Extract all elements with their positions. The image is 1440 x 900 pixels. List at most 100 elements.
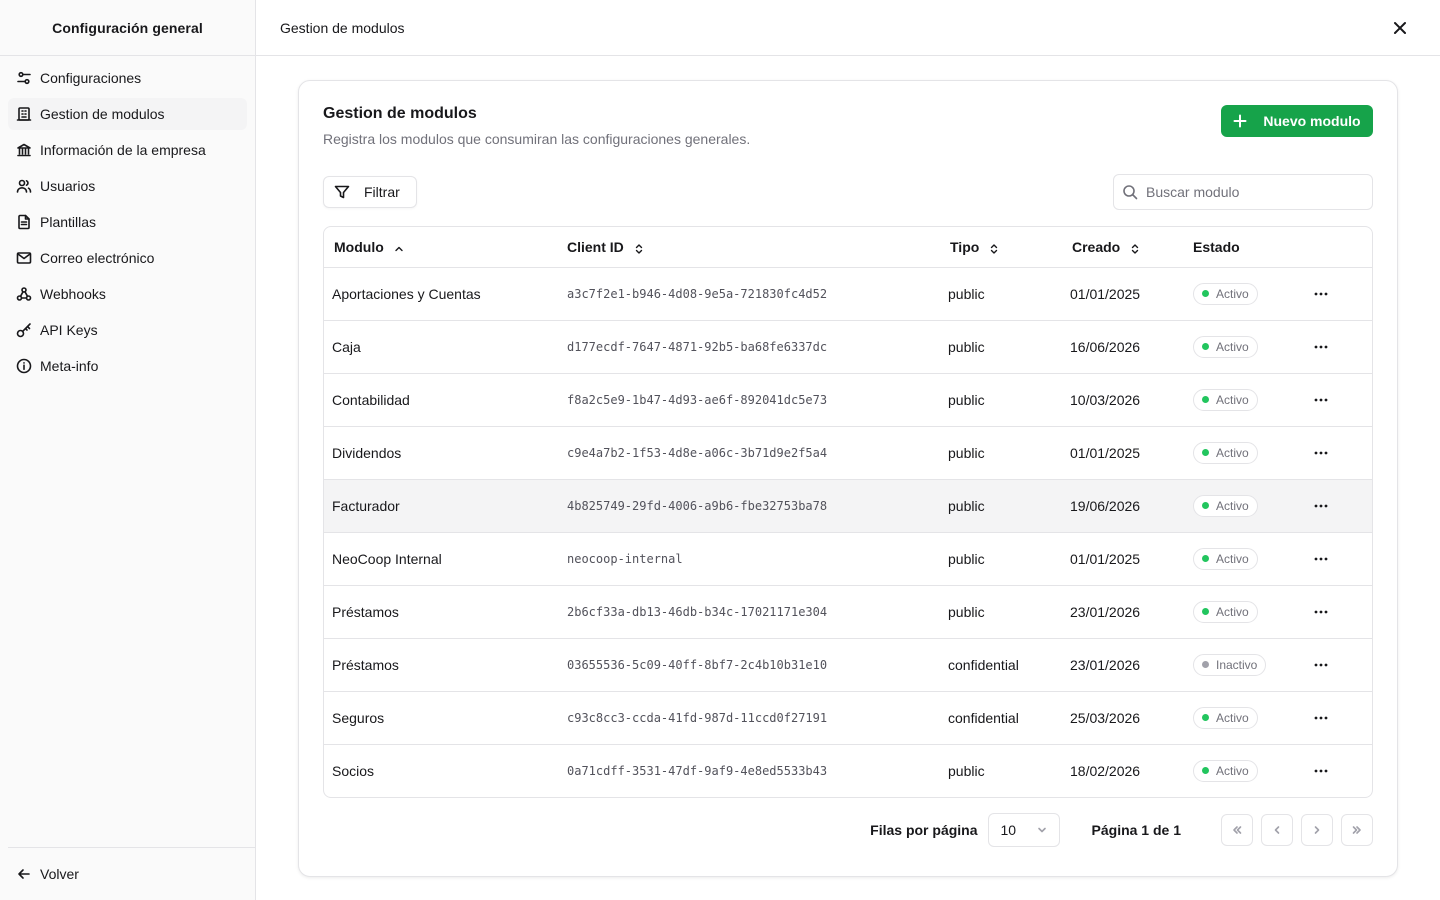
cell-estado: Activo	[1183, 373, 1303, 426]
table-row[interactable]: Préstamos 2b6cf33a-db13-46db-b34c-1702117…	[324, 585, 1372, 638]
status-badge: Activo	[1193, 600, 1258, 623]
table-row[interactable]: Caja d177ecdf-7647-4871-92b5-ba68fe6337dc…	[324, 320, 1372, 373]
column-header-modulo[interactable]: Modulo	[324, 227, 555, 267]
status-label: Activo	[1216, 286, 1249, 301]
previous-page-button[interactable]	[1261, 814, 1293, 846]
more-horizontal-icon	[1314, 345, 1328, 348]
row-actions-button[interactable]	[1307, 651, 1335, 679]
cell-estado: Activo	[1183, 744, 1303, 797]
cell-tipo: public	[948, 603, 985, 620]
more-horizontal-icon	[1314, 451, 1328, 454]
cell-estado: Activo	[1183, 267, 1303, 320]
search-icon	[1123, 185, 1138, 200]
table-row[interactable]: Seguros c93c8cc3-ccda-41fd-987d-11ccd0f27…	[324, 691, 1372, 744]
pagination: Filas por página 10 Página 1 de 1	[870, 813, 1373, 847]
sidebar-item-plantillas[interactable]: Plantillas	[8, 206, 247, 238]
next-page-button[interactable]	[1301, 814, 1333, 846]
row-actions-button[interactable]	[1307, 598, 1335, 626]
sort-icon	[989, 242, 999, 254]
status-badge: Activo	[1193, 335, 1258, 358]
row-actions-button[interactable]	[1307, 704, 1335, 732]
row-actions-button[interactable]	[1307, 386, 1335, 414]
status-label: Activo	[1216, 392, 1249, 407]
sidebar-title: Configuración general	[0, 0, 255, 56]
column-header-estado: Estado	[1183, 227, 1303, 267]
sidebar-item-label: Gestion de modulos	[40, 106, 165, 122]
cell-modulo: Dividendos	[332, 444, 402, 461]
cell-estado: Activo	[1183, 691, 1303, 744]
status-badge: Activo	[1193, 494, 1258, 517]
cell-creado: 01/01/2025	[1070, 444, 1141, 461]
sidebar-item-webhooks[interactable]: Webhooks	[8, 278, 247, 310]
sidebar-item-api-keys[interactable]: API Keys	[8, 314, 247, 346]
back-button[interactable]: Volver	[8, 847, 255, 900]
table-row[interactable]: Préstamos 03655536-5c09-40ff-8bf7-2c4b10b…	[324, 638, 1372, 691]
card-title: Gestion de modulos	[323, 105, 477, 122]
status-badge: Activo	[1193, 759, 1258, 782]
status-dot	[1202, 396, 1209, 403]
cell-actions	[1303, 532, 1372, 585]
cell-modulo: Préstamos	[332, 656, 399, 673]
table-row[interactable]: Socios 0a71cdff-3531-47df-9af9-4e8ed5533b…	[324, 744, 1372, 797]
table-row[interactable]: Dividendos c9e4a7b2-1f53-4d8e-a06c-3b71d9…	[324, 426, 1372, 479]
status-badge: Activo	[1193, 388, 1258, 411]
row-actions-button[interactable]	[1307, 333, 1335, 361]
rows-per-page-value: 10	[1000, 822, 1017, 838]
plus-icon	[1233, 114, 1247, 128]
cell-estado: Activo	[1183, 532, 1303, 585]
new-module-label: Nuevo modulo	[1263, 113, 1361, 129]
close-button[interactable]	[1390, 18, 1410, 38]
column-header-client-id[interactable]: Client ID	[555, 227, 938, 267]
cell-tipo: confidential	[948, 709, 1019, 726]
sidebar-item-label: Webhooks	[40, 286, 106, 302]
cell-creado: 01/01/2025	[1070, 285, 1141, 302]
cell-modulo: Aportaciones y Cuentas	[332, 285, 481, 302]
more-horizontal-icon	[1314, 610, 1328, 613]
filter-icon	[334, 185, 350, 199]
filter-button[interactable]: Filtrar	[323, 176, 417, 208]
table-row[interactable]: Contabilidad f8a2c5e9-1b47-4d93-ae6f-8920…	[324, 373, 1372, 426]
table-row[interactable]: Aportaciones y Cuentas a3c7f2e1-b946-4d08…	[324, 267, 1372, 320]
status-dot	[1202, 555, 1209, 562]
close-icon	[1394, 22, 1406, 34]
status-label: Activo	[1216, 445, 1249, 460]
status-dot	[1202, 343, 1209, 350]
status-label: Activo	[1216, 604, 1249, 619]
sort-icon	[634, 242, 644, 254]
top-bar: Gestion de modulos	[256, 0, 1440, 56]
table-row[interactable]: Facturador 4b825749-29fd-4006-a9b6-fbe327…	[324, 479, 1372, 532]
more-horizontal-icon	[1314, 663, 1328, 666]
sidebar-item-correo[interactable]: Correo electrónico	[8, 242, 247, 274]
users-icon	[16, 178, 32, 194]
column-header-creado[interactable]: Creado	[1061, 227, 1183, 267]
rows-per-page-select[interactable]: 10	[987, 813, 1060, 847]
row-actions-button[interactable]	[1307, 492, 1335, 520]
row-actions-button[interactable]	[1307, 545, 1335, 573]
sidebar-item-meta-info[interactable]: Meta-info	[8, 350, 247, 382]
cell-modulo: Caja	[332, 338, 361, 355]
row-actions-button[interactable]	[1307, 280, 1335, 308]
sidebar-item-configuraciones[interactable]: Configuraciones	[8, 62, 247, 94]
status-dot	[1202, 767, 1209, 775]
cell-client-id: 03655536-5c09-40ff-8bf7-2c4b10b31e10	[567, 657, 828, 672]
row-actions-button[interactable]	[1307, 439, 1335, 467]
last-page-button[interactable]	[1341, 814, 1373, 846]
cell-modulo: Facturador	[332, 497, 400, 514]
sidebar-item-label: Información de la empresa	[40, 142, 206, 158]
column-header-tipo[interactable]: Tipo	[938, 227, 1061, 267]
table-row[interactable]: NeoCoop Internal neocoop-internal public 01…	[324, 532, 1372, 585]
cell-estado: Activo	[1183, 585, 1303, 638]
sidebar-item-gestion-de-modulos[interactable]: Gestion de modulos	[8, 98, 247, 130]
cell-client-id: f8a2c5e9-1b47-4d93-ae6f-892041dc5e73	[567, 392, 828, 407]
new-module-button[interactable]: Nuevo modulo	[1221, 105, 1373, 137]
cell-actions	[1303, 744, 1372, 797]
first-page-button[interactable]	[1221, 814, 1253, 846]
cell-client-id: a3c7f2e1-b946-4d08-9e5a-721830fc4d52	[567, 286, 828, 301]
row-actions-button[interactable]	[1307, 757, 1335, 785]
sidebar-item-usuarios[interactable]: Usuarios	[8, 170, 247, 202]
sidebar-item-informacion-empresa[interactable]: Información de la empresa	[8, 134, 247, 166]
more-horizontal-icon	[1314, 292, 1328, 295]
chevron-down-icon	[1037, 827, 1046, 833]
search-input[interactable]	[1146, 184, 1366, 200]
file-text-icon	[16, 214, 32, 230]
